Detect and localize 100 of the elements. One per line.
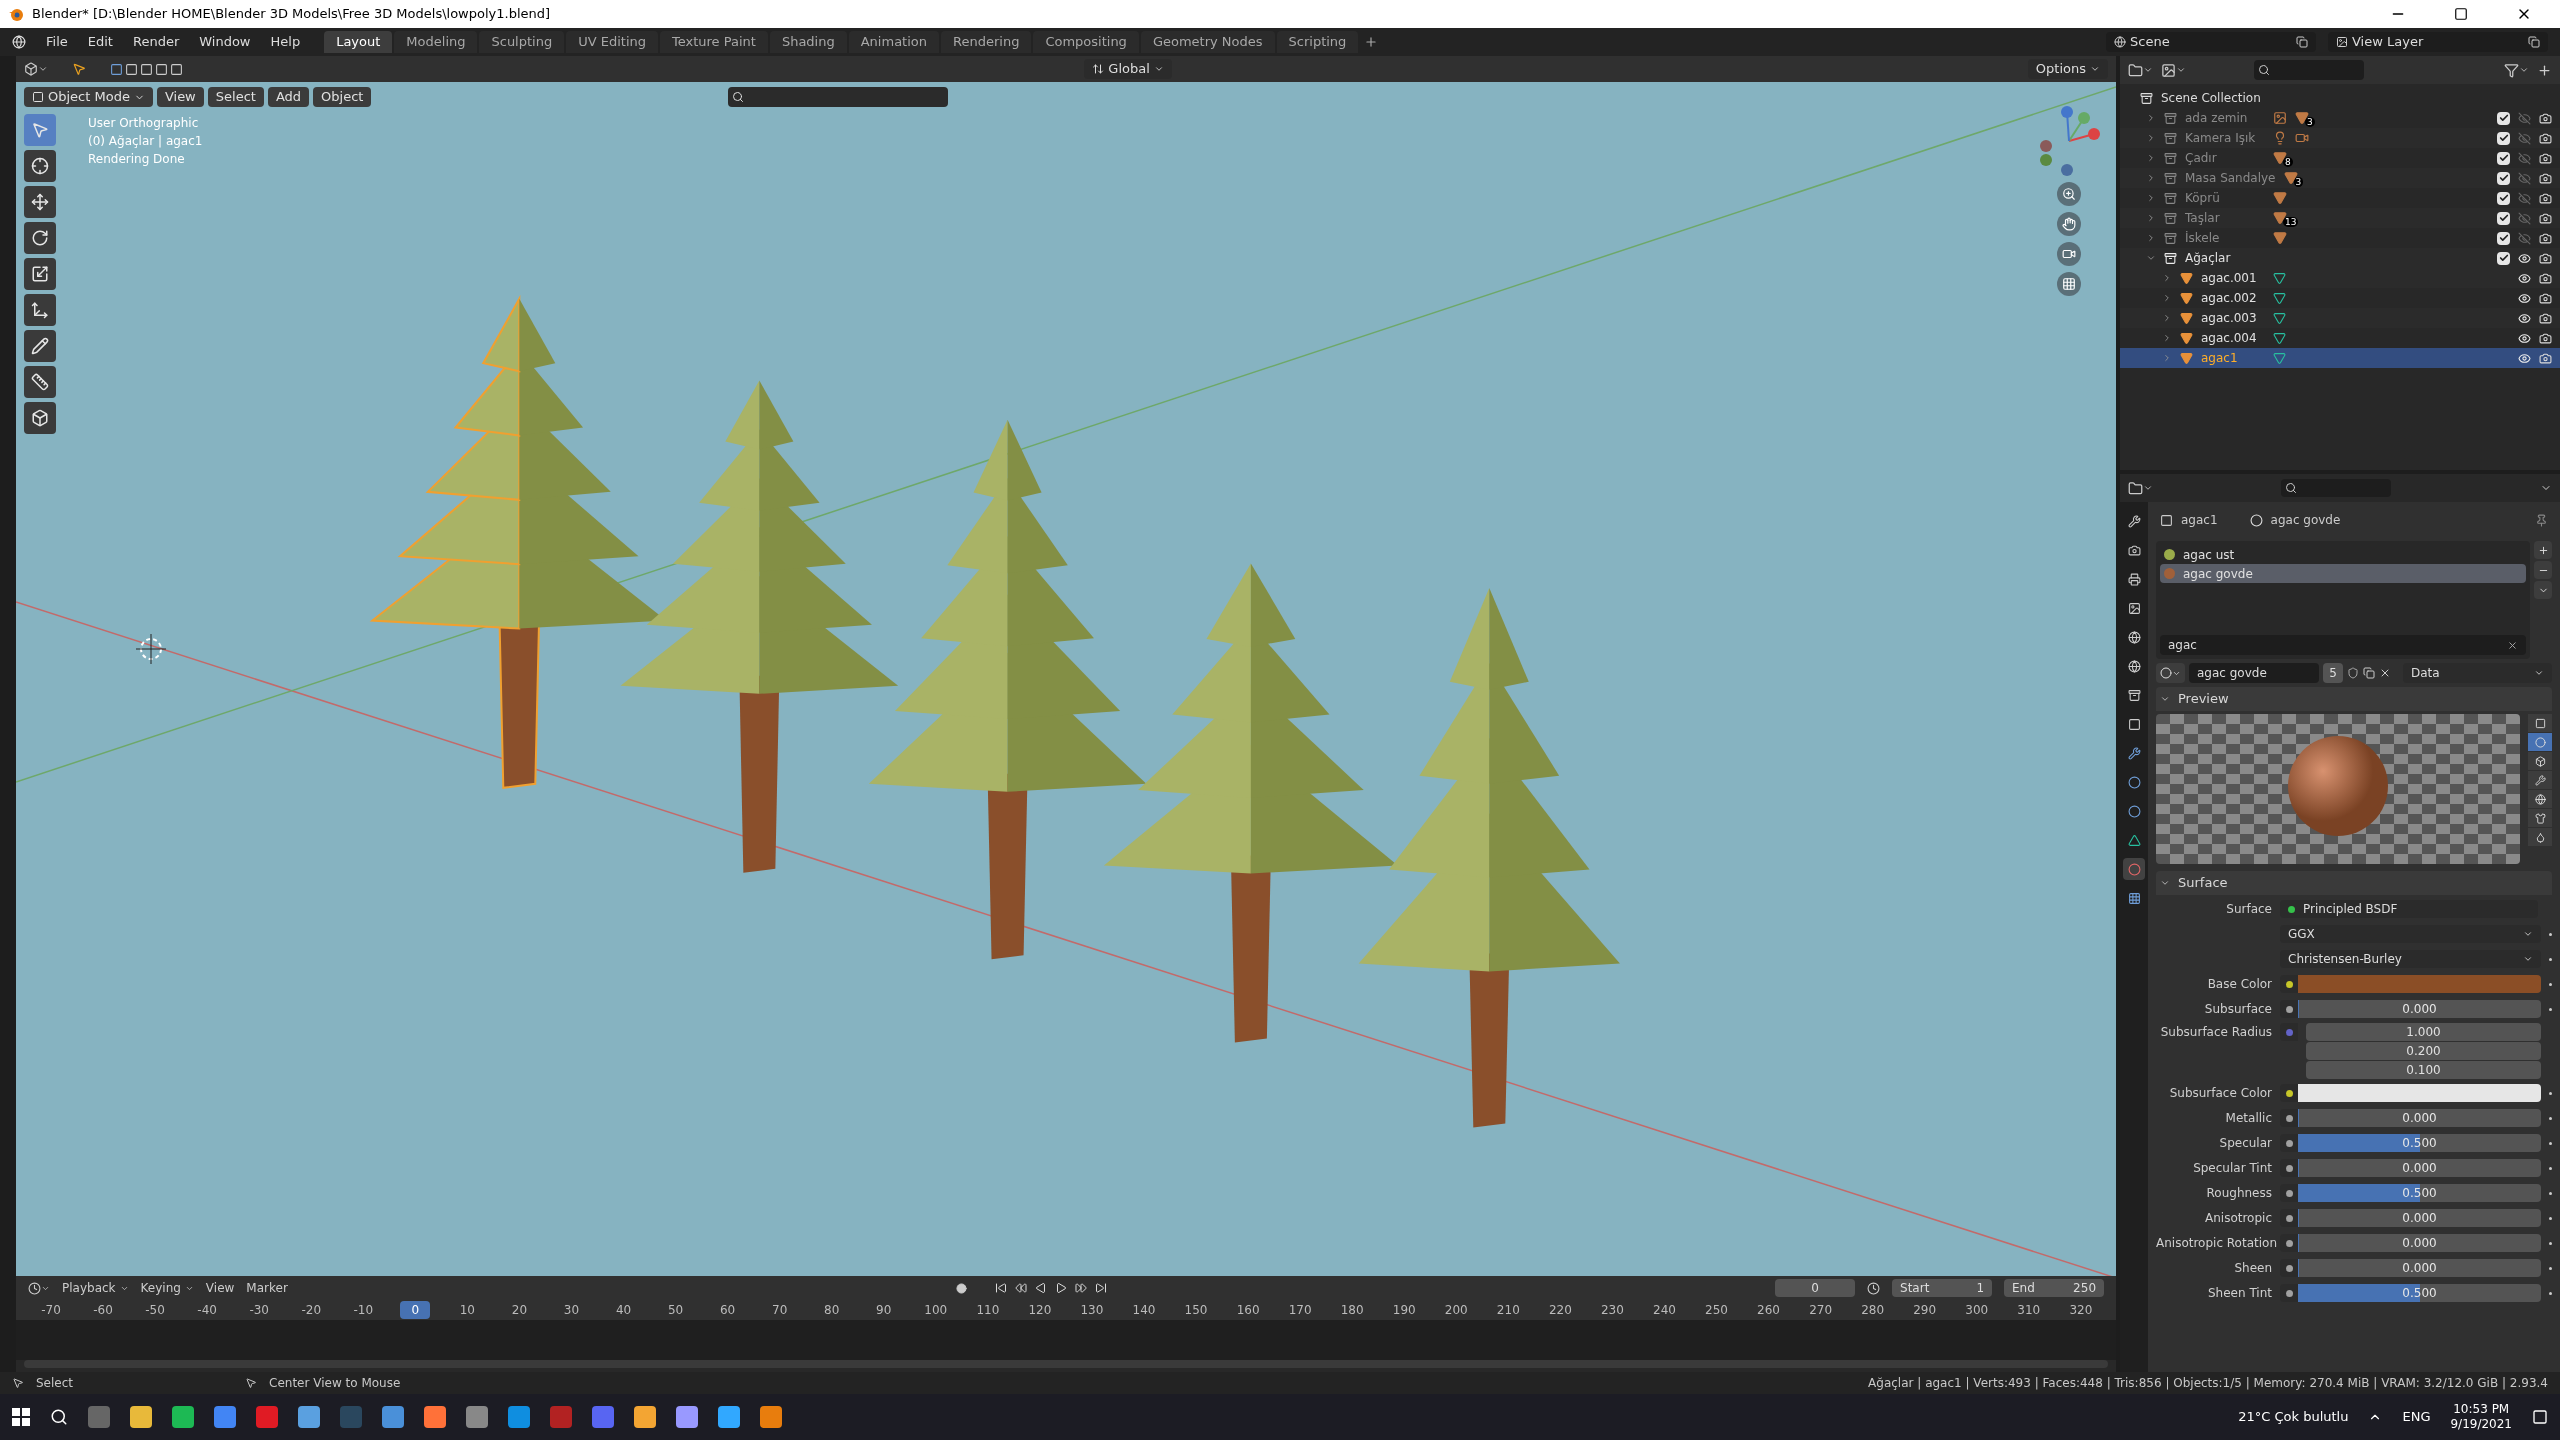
collection-name[interactable]: Çadır — [2185, 149, 2265, 167]
slot-filter-field[interactable]: agac — [2160, 635, 2526, 655]
status-hint: Select — [36, 1375, 74, 1392]
viewport-info-text: Rendering Done — [88, 151, 186, 168]
workspace-tab[interactable]: Layout — [324, 31, 393, 53]
workspace-tab[interactable]: UV Editing — [566, 31, 658, 53]
workspace-tab[interactable]: Modeling — [394, 31, 478, 53]
number-field[interactable]: 1.000 — [2306, 1023, 2541, 1041]
workspace-tab[interactable]: Geometry Nodes — [1140, 31, 1275, 53]
outliner-object-row[interactable]: agac1 — [2120, 348, 2560, 368]
collection-name[interactable]: Taşlar — [2185, 209, 2265, 227]
weather-text[interactable]: 21°C Çok bulutlu — [2238, 1407, 2349, 1427]
slot-name: agac ust — [2183, 546, 2235, 564]
number-field[interactable]: 0.200 — [2306, 1042, 2541, 1060]
field-value: 1 — [1976, 1280, 1984, 1297]
value-slider[interactable]: 0.000 — [2298, 1109, 2541, 1127]
slider-value: 0.000 — [2402, 1110, 2437, 1127]
frame-tick-label: -70 — [40, 1302, 62, 1319]
number-field[interactable]: 0.100 — [2306, 1061, 2541, 1079]
value-slider[interactable]: 0.000 — [2298, 1234, 2541, 1252]
field-value: 250 — [2073, 1280, 2096, 1297]
workspace-tab[interactable]: Sculpting — [479, 31, 565, 53]
method-dropdown[interactable]: Christensen-Burley — [2280, 950, 2541, 968]
frame-tick-label: 40 — [614, 1302, 633, 1319]
menu-item[interactable]: Help — [262, 32, 309, 52]
current-frame-field[interactable]: 0 — [1775, 1279, 1855, 1297]
timeline-menu[interactable]: Playback — [62, 1279, 129, 1297]
menu-item[interactable]: File — [38, 32, 76, 52]
end-frame-field[interactable]: End 250 — [2004, 1279, 2104, 1297]
clock-time[interactable]: 10:53 PM — [2453, 1402, 2510, 1417]
object-name[interactable]: agac.001 — [2201, 269, 2265, 287]
value-slider[interactable]: 0.000 — [2298, 1259, 2541, 1277]
workspace-tab[interactable]: Scripting — [1276, 31, 1359, 53]
frame-tick-label: 60 — [718, 1302, 737, 1319]
object-name[interactable]: agac1 — [2201, 349, 2265, 367]
scene-collection-label[interactable]: Scene Collection — [2161, 89, 2261, 107]
object-name[interactable]: agac.004 — [2201, 329, 2265, 347]
viewport-menu[interactable]: Object — [313, 87, 372, 107]
frame-tick-label: 80 — [823, 1302, 841, 1319]
menu-item[interactable]: Window — [191, 32, 259, 52]
clock-date[interactable]: 9/19/2021 — [2450, 1417, 2512, 1432]
frame-tick-label: 160 — [1235, 1302, 1261, 1319]
frame-tick-label: -60 — [92, 1302, 114, 1319]
frame-tick-label: 300 — [1964, 1302, 1990, 1319]
workspace-tab[interactable]: Texture Paint — [660, 31, 768, 53]
scene-selector[interactable]: Scene — [2106, 32, 2316, 52]
collection-name[interactable]: Ağaçlar — [2185, 249, 2265, 267]
method-dropdown[interactable]: GGX — [2280, 925, 2541, 943]
value-slider[interactable]: 0.000 — [2298, 1209, 2541, 1227]
options-dropdown[interactable]: Options — [2027, 59, 2108, 79]
input-label: Specular — [2218, 1135, 2272, 1152]
workspace-tab[interactable]: Rendering — [941, 31, 1032, 53]
workspace-tab[interactable]: Shading — [769, 31, 847, 53]
timeline-menu[interactable]: Marker — [246, 1279, 288, 1297]
frame-tick-label: 100 — [923, 1302, 949, 1319]
viewport-menu[interactable]: View — [156, 87, 204, 107]
workspace-tab[interactable]: Animation — [848, 31, 939, 53]
timeline-menu[interactable]: View — [205, 1279, 235, 1297]
panel-title[interactable]: Surface — [2178, 873, 2228, 893]
collection-name[interactable]: Kamera Işık — [2185, 129, 2265, 147]
material-name-field[interactable]: agac govde — [2189, 663, 2319, 683]
value-slider[interactable]: 0.000 — [2298, 1000, 2541, 1018]
slider-value: 0.000 — [2402, 1001, 2437, 1018]
count-badge: 3 — [2305, 117, 2315, 127]
value-slider[interactable]: 0.000 — [2298, 1159, 2541, 1177]
frame-tick-label: -50 — [144, 1302, 166, 1319]
start-frame-field[interactable]: Start 1 — [1892, 1279, 1992, 1297]
shader-selector[interactable]: Principled BSDF — [2280, 900, 2538, 918]
object-name[interactable]: agac.003 — [2201, 309, 2265, 327]
timeline-menu[interactable]: Keying — [140, 1279, 194, 1297]
frame-tick-label: -30 — [248, 1302, 270, 1319]
frame-tick-label: 240 — [1652, 1302, 1677, 1319]
frame-tick-label: 50 — [666, 1302, 685, 1319]
material-slot[interactable]: agac ust — [2160, 545, 2526, 564]
frame-tick-label: 260 — [1756, 1302, 1781, 1319]
panel-title[interactable]: Preview — [2178, 689, 2229, 709]
viewport-menu[interactable]: Select — [207, 87, 264, 107]
menu-item[interactable]: Render — [124, 32, 188, 52]
user-count[interactable]: 5 — [2323, 663, 2343, 683]
workspace-tab[interactable]: Compositing — [1033, 31, 1139, 53]
frame-tick-label: 190 — [1391, 1302, 1417, 1319]
surface-label: Surface — [2225, 901, 2272, 918]
collection-name[interactable]: Masa Sandalye — [2185, 169, 2276, 187]
collection-name[interactable]: ada zemin — [2185, 109, 2265, 127]
viewport-menu[interactable]: Add — [267, 87, 310, 107]
object-name[interactable]: agac.002 — [2201, 289, 2265, 307]
language-indicator[interactable]: ENG — [2402, 1407, 2431, 1427]
status-hint: Center View to Mouse — [269, 1375, 401, 1392]
filter-text: agac — [2168, 637, 2198, 654]
frame-tick-label: -20 — [300, 1302, 323, 1319]
menu-item[interactable]: Edit — [79, 32, 121, 52]
collection-name[interactable]: Köprü — [2185, 189, 2265, 207]
link-dropdown[interactable]: Data — [2403, 663, 2552, 683]
collection-name[interactable]: İskele — [2185, 229, 2265, 247]
mode-dropdown[interactable]: Object Mode — [24, 87, 153, 107]
frame-tick-label: 30 — [562, 1302, 581, 1319]
material-slot[interactable]: agac govde — [2160, 564, 2526, 583]
input-label: Sheen — [2233, 1260, 2272, 1277]
orientation-dropdown[interactable]: Global — [1084, 59, 1172, 79]
view-layer-selector[interactable]: View Layer — [2328, 32, 2548, 52]
